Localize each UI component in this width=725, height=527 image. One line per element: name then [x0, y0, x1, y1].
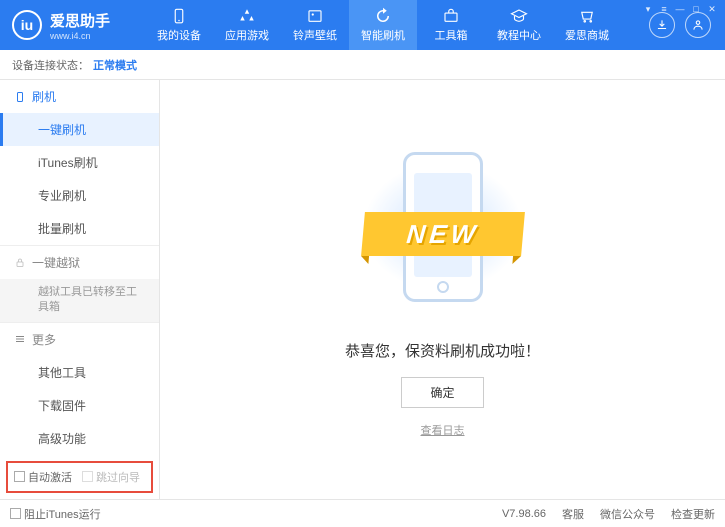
menu-icon[interactable]: ▾: [641, 3, 655, 15]
phone-icon: [169, 7, 189, 25]
checkbox-block-itunes[interactable]: 阻止iTunes运行: [10, 506, 101, 522]
status-value: 正常模式: [93, 57, 137, 73]
menu-icon: [14, 333, 26, 345]
close-icon[interactable]: ✕: [705, 3, 719, 15]
footer-link-update[interactable]: 检查更新: [671, 506, 715, 522]
minimize-icon[interactable]: —: [673, 3, 687, 15]
status-bar: 设备连接状态： 正常模式: [0, 50, 725, 80]
new-banner: NEW: [361, 212, 525, 256]
app-icon: [237, 7, 257, 25]
app-url: www.i4.cn: [50, 31, 110, 41]
ok-button[interactable]: 确定: [401, 377, 483, 408]
checkbox-icon: [14, 471, 25, 482]
logo-icon: iu: [12, 10, 42, 40]
sidebar-item-oneclick-flash[interactable]: 一键刷机: [0, 113, 159, 146]
user-icon: [691, 18, 705, 32]
sidebar-item-download-firmware[interactable]: 下载固件: [0, 389, 159, 422]
sidebar-section-flash[interactable]: 刷机: [0, 80, 159, 113]
download-icon: [655, 18, 669, 32]
cart-icon: [577, 7, 597, 25]
maximize-icon[interactable]: □: [689, 3, 703, 15]
checkbox-highlight-box: 自动激活 跳过向导: [6, 461, 153, 493]
sidebar-section-jailbreak: 一键越狱: [0, 246, 159, 279]
nav-my-device[interactable]: 我的设备: [145, 0, 213, 50]
nav-store[interactable]: 爱思商城: [553, 0, 621, 50]
sidebar-item-other-tools[interactable]: 其他工具: [0, 356, 159, 389]
checkbox-auto-activate[interactable]: 自动激活: [14, 469, 72, 485]
success-illustration: NEW: [353, 142, 533, 322]
status-label: 设备连接状态：: [12, 57, 89, 73]
footer-link-wechat[interactable]: 微信公众号: [600, 506, 655, 522]
nav-flash[interactable]: 智能刷机: [349, 0, 417, 50]
version-label: V7.98.66: [502, 508, 546, 520]
app-name: 爱思助手: [50, 10, 110, 31]
graduation-icon: [509, 7, 529, 25]
sidebar-item-batch-flash[interactable]: 批量刷机: [0, 212, 159, 245]
checkbox-icon: [10, 508, 21, 519]
sidebar-jailbreak-note: 越狱工具已转移至工具箱: [0, 279, 159, 322]
refresh-icon: [373, 7, 393, 25]
nav-apps[interactable]: 应用游戏: [213, 0, 281, 50]
sidebar-item-itunes-flash[interactable]: iTunes刷机: [0, 146, 159, 179]
success-message: 恭喜您，保资料刷机成功啦！: [345, 340, 540, 361]
phone-icon: [14, 91, 26, 103]
lock-icon: [14, 257, 26, 269]
image-icon: [305, 7, 325, 25]
toolbox-icon: [441, 7, 461, 25]
sidebar-item-pro-flash[interactable]: 专业刷机: [0, 179, 159, 212]
nav-tutorials[interactable]: 教程中心: [485, 0, 553, 50]
checkbox-skip-wizard[interactable]: 跳过向导: [82, 469, 140, 485]
sidebar-section-more[interactable]: 更多: [0, 323, 159, 356]
lock-icon[interactable]: ≡: [657, 3, 671, 15]
nav-ringtones[interactable]: 铃声壁纸: [281, 0, 349, 50]
checkbox-icon: [82, 471, 93, 482]
sidebar-item-advanced[interactable]: 高级功能: [0, 422, 159, 455]
nav-toolbox[interactable]: 工具箱: [417, 0, 485, 50]
footer-link-support[interactable]: 客服: [562, 506, 584, 522]
app-logo: iu 爱思助手 www.i4.cn: [0, 10, 145, 41]
view-log-link[interactable]: 查看日志: [421, 422, 465, 438]
